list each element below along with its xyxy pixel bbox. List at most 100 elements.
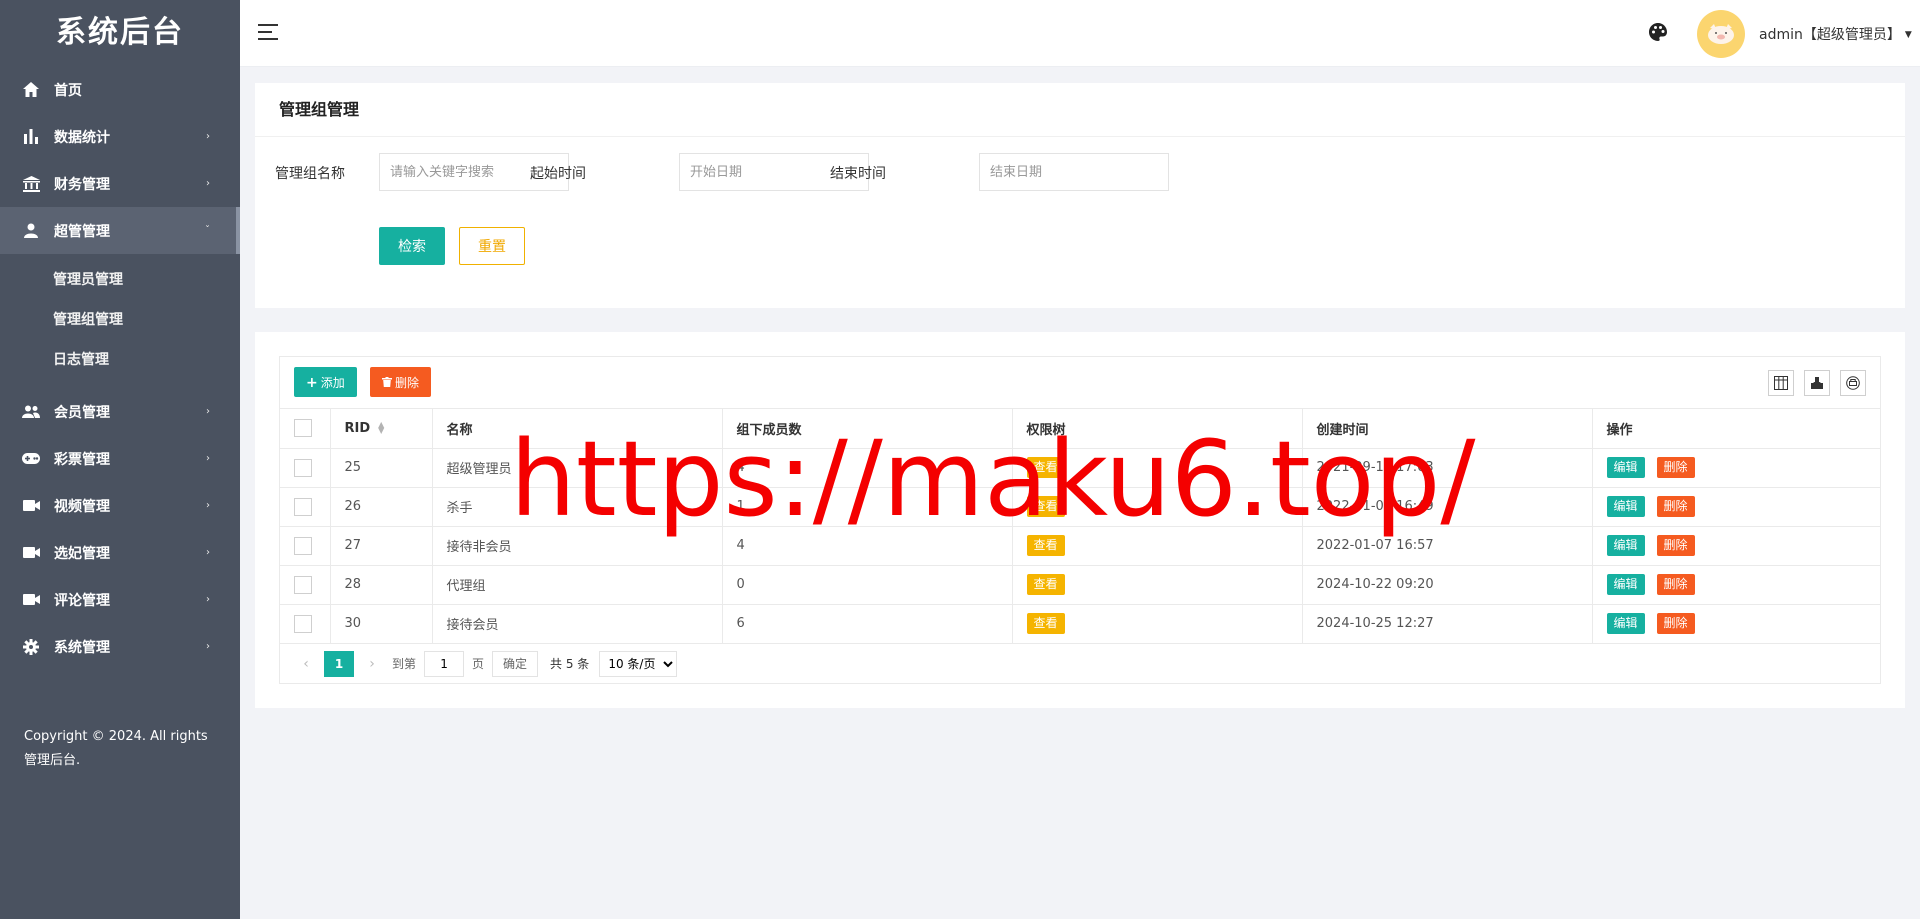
sidebar-item-label: 超管管理 — [54, 223, 110, 240]
sidebar-item-label: 数据统计 — [54, 129, 110, 146]
bar-chart-icon — [22, 128, 40, 146]
row-checkbox[interactable] — [294, 458, 312, 477]
page-title: 管理组管理 — [255, 83, 1905, 137]
delete-button[interactable]: 删除 — [1656, 496, 1695, 517]
cell-created: 2024-10-22 09:20 — [1302, 565, 1593, 605]
total-count: 共 5 条 — [550, 657, 590, 671]
edit-button[interactable]: 编辑 — [1606, 496, 1645, 517]
group-name-label: 管理组名称 — [275, 166, 345, 182]
delete-button[interactable]: 删除 — [1656, 535, 1695, 556]
delete-button-label: 删除 — [395, 375, 420, 390]
sidebar-item-members[interactable]: 会员管理 › — [0, 388, 240, 435]
cell-rid: 30 — [330, 604, 433, 644]
column-header-rid[interactable]: RID ▲ ▼ — [330, 409, 433, 449]
chevron-right-icon: › — [206, 641, 210, 652]
add-button-label: 添加 — [320, 375, 345, 390]
search-panel: 管理组管理 管理组名称 起始时间 结束时间 检索 重置 — [255, 83, 1905, 308]
row-checkbox[interactable] — [294, 497, 312, 516]
sidebar-item-label: 财务管理 — [54, 176, 110, 193]
plus-icon: + — [306, 374, 318, 391]
column-header-label: RID — [344, 420, 371, 436]
sidebar-item-label: 会员管理 — [54, 404, 110, 421]
cell-rid: 26 — [330, 487, 433, 527]
user-name-label: admin【超级管理员】 — [1759, 27, 1901, 43]
avatar[interactable] — [1697, 10, 1745, 58]
view-permissions-button[interactable]: 查看 — [1026, 613, 1065, 634]
sidebar-item-home[interactable]: 首页 — [0, 66, 240, 113]
row-checkbox[interactable] — [294, 536, 312, 555]
menu-toggle-icon[interactable] — [258, 24, 278, 42]
submenu-item-admin-group[interactable]: 管理组管理 — [0, 300, 240, 340]
video-icon — [22, 591, 40, 609]
delete-button[interactable]: 删除 — [1656, 574, 1695, 595]
prev-page-icon[interactable]: ‹ — [294, 656, 318, 672]
sidebar-item-comments[interactable]: 评论管理 › — [0, 576, 240, 623]
delete-button[interactable]: 删除 — [1656, 457, 1695, 478]
edit-button[interactable]: 编辑 — [1606, 574, 1645, 595]
submenu-super-admin: 管理员管理 管理组管理 日志管理 — [0, 254, 240, 388]
chevron-right-icon: › — [206, 131, 210, 142]
edit-button[interactable]: 编辑 — [1606, 457, 1645, 478]
search-button[interactable]: 检索 — [379, 227, 445, 265]
gear-icon — [22, 638, 40, 656]
sort-icon[interactable]: ▲ ▼ — [378, 421, 384, 435]
row-checkbox[interactable] — [294, 614, 312, 633]
print-icon[interactable] — [1840, 370, 1866, 396]
sidebar-item-selection[interactable]: 选妃管理 › — [0, 529, 240, 576]
goto-page-input[interactable] — [424, 650, 465, 677]
sidebar-item-finance[interactable]: 财务管理 › — [0, 160, 240, 207]
sidebar-item-statistics[interactable]: 数据统计 › — [0, 113, 240, 160]
user-icon — [22, 222, 40, 240]
page-size-select[interactable]: 10 条/页 — [599, 650, 678, 677]
sidebar-item-label: 选妃管理 — [54, 545, 110, 562]
end-date-input[interactable] — [979, 153, 1169, 191]
cell-rid: 25 — [330, 448, 433, 488]
video-icon — [22, 544, 40, 562]
chevron-right-icon: › — [206, 500, 210, 511]
columns-filter-icon[interactable] — [1768, 370, 1794, 396]
sidebar-item-videos[interactable]: 视频管理 › — [0, 482, 240, 529]
sidebar-item-label: 彩票管理 — [54, 451, 110, 468]
edit-button[interactable]: 编辑 — [1606, 613, 1645, 634]
brand-title: 系统后台 — [56, 15, 184, 50]
user-menu[interactable]: admin【超级管理员】 ▼ — [1759, 24, 1912, 44]
select-all-cell — [280, 409, 331, 449]
row-checkbox[interactable] — [294, 575, 312, 594]
chevron-right-icon: › — [206, 547, 210, 558]
cell-members: 0 — [722, 565, 1013, 605]
submenu-item-logs[interactable]: 日志管理 — [0, 340, 240, 380]
edit-button[interactable]: 编辑 — [1606, 535, 1645, 556]
sidebar-item-label: 视频管理 — [54, 498, 110, 515]
goto-confirm-button[interactable]: 确定 — [492, 650, 539, 677]
caret-down-icon: ▼ — [1904, 30, 1912, 40]
cell-name: 代理组 — [432, 565, 723, 605]
sidebar-item-system[interactable]: 系统管理 › — [0, 623, 240, 670]
chevron-down-icon: ˇ — [205, 225, 210, 236]
end-time-label: 结束时间 — [830, 166, 886, 182]
sidebar-item-lottery[interactable]: 彩票管理 › — [0, 435, 240, 482]
cell-rid: 28 — [330, 565, 433, 605]
start-time-label: 起始时间 — [530, 166, 586, 182]
watermark-text: https://maku6.top/ — [510, 418, 1476, 540]
column-header-actions: 操作 — [1592, 409, 1880, 449]
cell-name: 接待会员 — [432, 604, 723, 644]
palette-icon[interactable] — [1649, 23, 1669, 43]
delete-button[interactable]: 删除 — [1656, 613, 1695, 634]
cell-created: 2024-10-25 12:27 — [1302, 604, 1593, 644]
sidebar-item-super-admin[interactable]: 超管管理 ˇ — [0, 207, 240, 254]
users-icon — [22, 403, 40, 421]
next-page-icon[interactable]: › — [360, 656, 384, 672]
submenu-item-admin[interactable]: 管理员管理 — [0, 260, 240, 300]
page-unit-label: 页 — [472, 657, 485, 671]
add-button[interactable]: + 添加 — [294, 367, 357, 397]
sidebar-item-label: 评论管理 — [54, 592, 110, 609]
reset-button[interactable]: 重置 — [459, 227, 525, 265]
export-icon[interactable] — [1804, 370, 1830, 396]
gamepad-icon — [22, 450, 40, 468]
batch-delete-button[interactable]: 删除 — [370, 367, 432, 397]
page-number-current[interactable]: 1 — [324, 650, 354, 677]
bank-icon — [22, 175, 40, 193]
select-all-checkbox[interactable] — [294, 419, 312, 438]
view-permissions-button[interactable]: 查看 — [1026, 574, 1065, 595]
table-row: 30 接待会员 6 查看 2024-10-25 12:27 编辑 删除 — [280, 604, 1880, 644]
